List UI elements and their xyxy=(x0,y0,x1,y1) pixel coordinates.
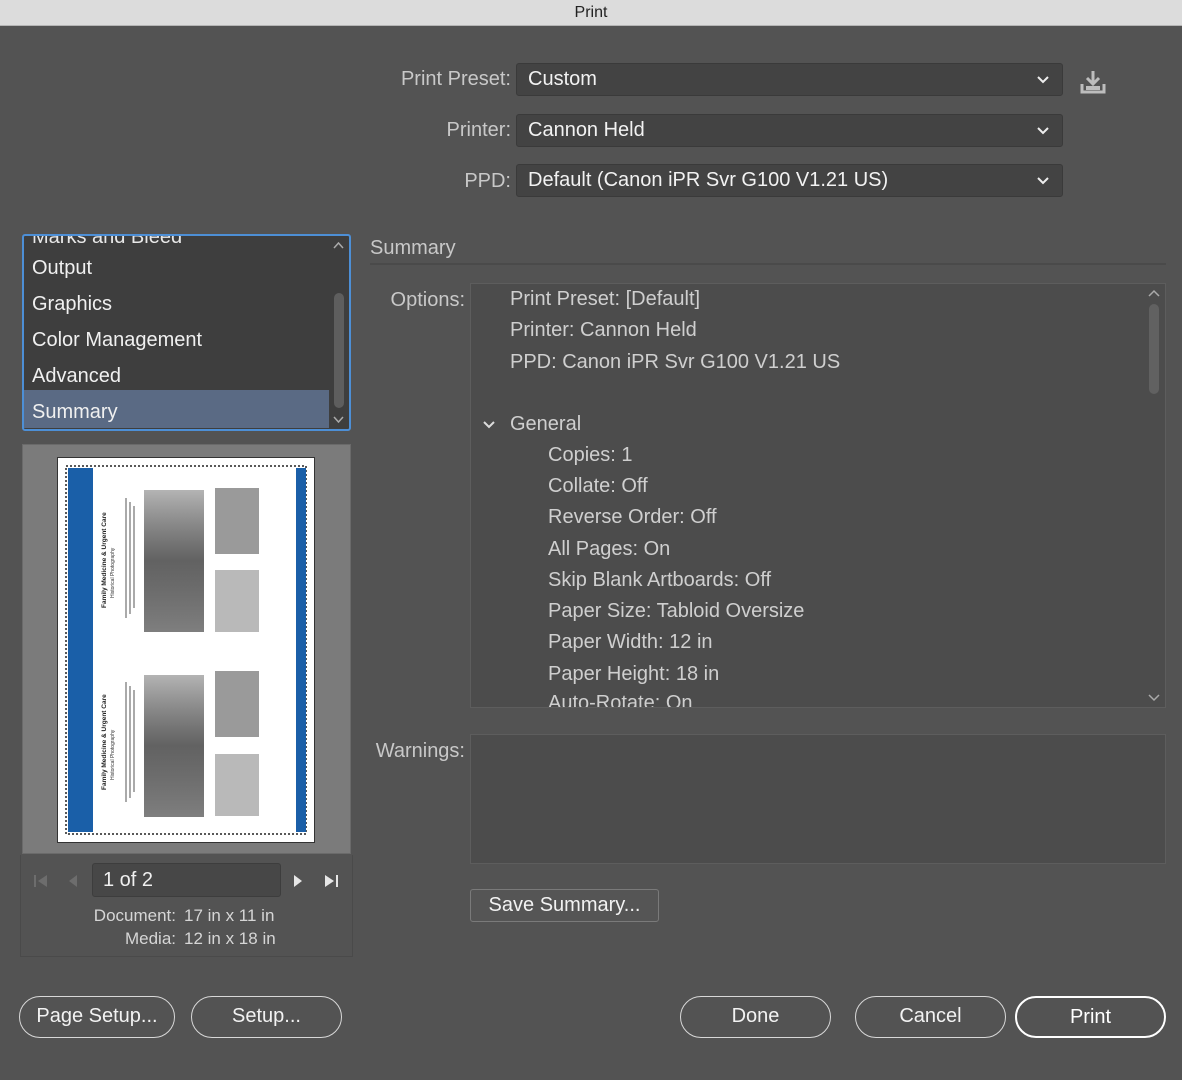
ppd-value: Default (Canon iPR Svr G100 V1.21 US) xyxy=(528,169,889,191)
list-item-graphics[interactable]: Graphics xyxy=(32,287,112,321)
printer-value: Cannon Held xyxy=(528,119,645,141)
print-preset-dropdown[interactable]: Custom xyxy=(516,63,1063,96)
save-summary-button[interactable]: Save Summary... xyxy=(470,889,659,922)
ppd-label: PPD: xyxy=(464,170,511,192)
options-label: Options: xyxy=(390,289,465,311)
summary-line-preset: Print Preset: [Default] xyxy=(510,288,701,310)
category-list[interactable]: Marks and Bleed Output Graphics Color Ma… xyxy=(22,234,351,431)
chevron-down-icon xyxy=(1036,165,1050,196)
ppd-dropdown[interactable]: Default (Canon iPR Svr G100 V1.21 US) xyxy=(516,164,1063,197)
document-size-label: Document: xyxy=(93,906,176,925)
printer-label: Printer: xyxy=(446,119,511,141)
first-page-icon[interactable] xyxy=(32,872,50,890)
done-button[interactable]: Done xyxy=(680,996,831,1038)
chevron-down-icon xyxy=(1036,64,1050,95)
download-tray-icon[interactable] xyxy=(1080,69,1106,95)
section-title: Summary xyxy=(370,237,456,259)
scroll-up-icon xyxy=(1148,289,1160,297)
media-size-label: Media: xyxy=(124,929,176,948)
summary-scrollbar[interactable] xyxy=(1145,286,1163,705)
media-size-value: 12 in x 18 in xyxy=(184,929,276,948)
summary-line-all-pages: All Pages: On xyxy=(548,538,671,560)
page-thumbnail-art: Family Medicine & Urgent Care Historical… xyxy=(65,465,307,835)
thumb-heading-2: Family Medicine & Urgent Care xyxy=(101,694,108,790)
list-item-color-management[interactable]: Color Management xyxy=(32,323,202,357)
section-divider xyxy=(370,263,1166,265)
scroll-up-icon xyxy=(333,241,344,249)
print-preview: Family Medicine & Urgent Care Historical… xyxy=(22,444,351,854)
thumb-heading-1: Family Medicine & Urgent Care xyxy=(101,512,108,608)
summary-line-auto-rotate: Auto-Rotate: On xyxy=(548,692,693,708)
setup-button[interactable]: Setup... xyxy=(191,996,342,1038)
disclosure-chevron-icon[interactable] xyxy=(482,417,496,431)
list-item-summary[interactable]: Summary xyxy=(32,395,118,429)
cancel-button[interactable]: Cancel xyxy=(855,996,1006,1038)
summary-line-skip-blank: Skip Blank Artboards: Off xyxy=(548,569,772,591)
scroll-down-icon xyxy=(1148,694,1160,702)
summary-line-copies: Copies: 1 xyxy=(548,444,633,466)
document-size-value: 17 in x 11 in xyxy=(184,906,275,925)
print-preset-label: Print Preset: xyxy=(400,68,511,90)
scrollbar-thumb[interactable] xyxy=(1149,304,1159,394)
page-setup-button[interactable]: Page Setup... xyxy=(19,996,175,1038)
scrollbar-thumb[interactable] xyxy=(334,293,344,408)
next-page-icon[interactable] xyxy=(289,872,307,890)
scroll-down-icon xyxy=(333,416,344,424)
preview-page: Family Medicine & Urgent Care Historical… xyxy=(57,457,315,843)
category-scrollbar[interactable] xyxy=(330,238,347,427)
print-preset-value: Custom xyxy=(528,68,597,90)
thumb-sub-1: Historical Photography xyxy=(110,547,116,598)
last-page-icon[interactable] xyxy=(322,872,340,890)
summary-options-box[interactable]: Print Preset: [Default] Printer: Cannon … xyxy=(470,283,1166,708)
summary-line-paper-width: Paper Width: 12 in xyxy=(548,631,713,653)
summary-line-paper-size: Paper Size: Tabloid Oversize xyxy=(548,600,805,622)
print-button[interactable]: Print xyxy=(1015,996,1166,1038)
warnings-label: Warnings: xyxy=(375,740,465,762)
chevron-down-icon xyxy=(1036,115,1050,146)
page-number-field[interactable]: 1 of 2 xyxy=(92,863,281,897)
general-group-title[interactable]: General xyxy=(510,413,581,436)
list-item-advanced[interactable]: Advanced xyxy=(32,359,121,393)
summary-line-paper-height: Paper Height: 18 in xyxy=(548,663,720,685)
summary-line-printer: Printer: Cannon Held xyxy=(510,319,697,341)
warnings-box xyxy=(470,734,1166,864)
thumb-sub-2: Historical Photography xyxy=(110,729,116,780)
list-item-output[interactable]: Output xyxy=(32,251,92,285)
summary-line-reverse-order: Reverse Order: Off xyxy=(548,506,717,528)
window-title: Print xyxy=(0,0,1182,26)
previous-page-icon[interactable] xyxy=(64,872,82,890)
printer-dropdown[interactable]: Cannon Held xyxy=(516,114,1063,147)
summary-line-collate: Collate: Off xyxy=(548,475,648,497)
summary-line-ppd: PPD: Canon iPR Svr G100 V1.21 US xyxy=(510,351,841,373)
